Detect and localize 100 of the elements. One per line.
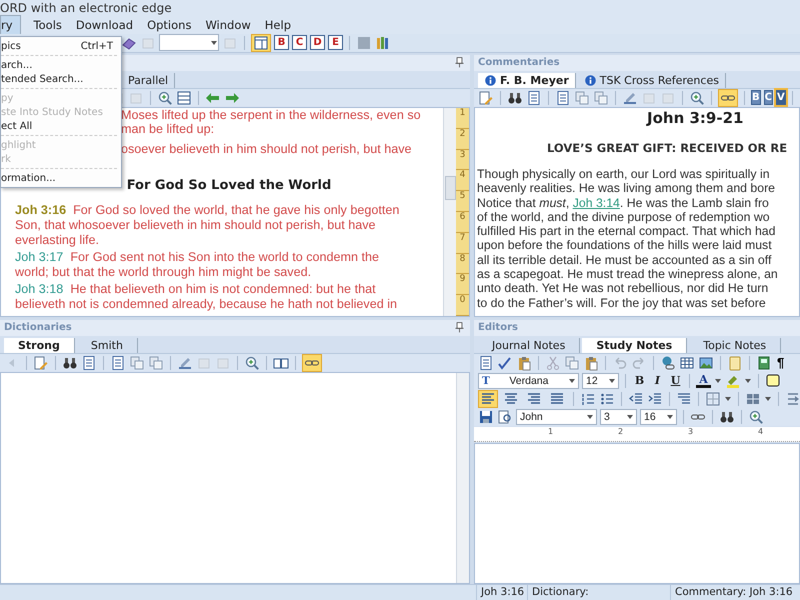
font-size-select[interactable]: 12 <box>582 372 619 389</box>
table-icon[interactable] <box>679 354 695 371</box>
format-button[interactable]: I <box>650 373 665 388</box>
save-icon[interactable] <box>478 408 494 425</box>
caret-icon <box>626 414 634 420</box>
menu-item[interactable]: Tools <box>26 16 69 34</box>
caret-icon <box>568 378 576 384</box>
menu-item[interactable]: Download <box>68 16 140 34</box>
caret-icon <box>724 396 732 402</box>
format-button[interactable]: U <box>668 373 683 388</box>
verse-select[interactable]: 16 <box>640 408 677 425</box>
zoom-in-icon[interactable] <box>689 90 705 106</box>
status-text: Commentary: Joh 3:16 <box>670 584 800 600</box>
verse-text: Joh 3:18 He that believeth on him is not condemned: but he that believeth not is condemned already, because he hath not believed in <box>15 282 398 312</box>
status-text: Joh 3:16 <box>476 584 527 600</box>
book-tab[interactable]: 6 <box>456 212 469 233</box>
letter-button[interactable]: V <box>776 90 786 106</box>
letter-button[interactable]: B <box>751 90 761 106</box>
verse-text: Moses lifted up the serpent in the wilderness, even so <box>121 108 421 122</box>
books-icon[interactable] <box>375 34 391 51</box>
ruler-number: 2 <box>618 426 624 436</box>
menu-entry[interactable]: pics Ctrl+T <box>1 39 121 53</box>
letter-button[interactable]: D <box>310 35 325 50</box>
book-tab[interactable]: 9 <box>456 274 469 296</box>
book-tab[interactable]: 2 <box>456 128 469 150</box>
book-tab[interactable]: 5 <box>456 191 469 212</box>
menu-entry[interactable]: tended Search... <box>1 72 121 86</box>
bullet-list-icon[interactable] <box>599 390 615 407</box>
menu-entry[interactable]: ormation... <box>1 171 121 185</box>
paragraph-marks-button[interactable]: ¶ <box>775 355 786 370</box>
menu-entry[interactable]: ect All <box>1 119 121 133</box>
document-icon[interactable] <box>526 90 542 106</box>
commentary-title: John 3:9-21 <box>645 108 744 127</box>
book-tab[interactable]: 8 <box>456 254 469 274</box>
zoom-in-icon[interactable] <box>748 408 764 425</box>
window-title: ORD with an electronic edge <box>0 0 172 15</box>
zoom-in-icon[interactable] <box>244 354 260 371</box>
document-icon[interactable] <box>478 354 494 371</box>
globe-link-icon[interactable] <box>660 354 676 371</box>
section-heading: For God So Loved the World <box>126 178 332 193</box>
document-icon[interactable] <box>555 90 571 106</box>
font-icon: T <box>482 374 490 387</box>
pane-title: Commentaries <box>478 57 560 68</box>
document-icon[interactable] <box>110 354 126 371</box>
picture-icon[interactable] <box>698 354 714 371</box>
book-tab[interactable]: 3 <box>456 150 469 170</box>
document-pencil-icon[interactable] <box>33 354 49 371</box>
clipboard-icon[interactable] <box>583 354 599 371</box>
verse-text: man be lifted up: <box>121 122 214 136</box>
menu-item[interactable]: ry <box>0 14 21 35</box>
book-select[interactable]: John <box>516 408 597 425</box>
book-tab[interactable]: 1 <box>456 108 469 129</box>
document-icon[interactable] <box>81 354 97 371</box>
book-tab[interactable]: 7 <box>456 232 469 254</box>
pane-title: Editors <box>478 322 518 334</box>
caret-icon <box>714 378 722 384</box>
commentary-paragraph: Though physically on earth, our Lord was spiritually in heavenly realities. He was living among them and bore Notice that must, Joh 3:14. He was the Lamb slain fro of the world, and the divine purpose of redemption wo fulfilled His part in the eternal compact. That which had upon before the foundations of the hills were laid must all its terrible detail. He must be accounted as a sin off as a scapegoat. He must tread the winepress alone, an unto death. Yet He was not rebellious, nor did He turn to do the Father’s will. For the joy that was set before <box>476 166 779 310</box>
caret-icon <box>744 378 752 384</box>
font-select[interactable]: T Verdana <box>478 372 579 389</box>
book-icon[interactable] <box>756 354 772 371</box>
scrollbar[interactable] <box>456 372 469 583</box>
letter-button[interactable]: E <box>328 35 343 50</box>
info-icon <box>484 74 497 87</box>
clipboard-icon[interactable] <box>516 354 532 371</box>
pane-title: Dictionaries <box>4 322 72 334</box>
letter-button[interactable]: C <box>292 35 307 50</box>
caret-icon <box>764 396 772 402</box>
caret-icon <box>666 414 674 420</box>
zoom-in-icon[interactable] <box>157 90 173 106</box>
status-text: Dictionary: <box>527 584 670 600</box>
pin-icon[interactable] <box>453 321 466 334</box>
tab[interactable]: F. B. Meyer <box>478 72 576 88</box>
chapter-select[interactable]: 3 <box>600 408 637 425</box>
caret-icon <box>586 414 594 420</box>
pin-icon[interactable] <box>453 56 466 70</box>
book-tab[interactable]: 4 <box>456 170 469 192</box>
caret-icon <box>608 378 616 384</box>
menu-item[interactable]: Help <box>258 16 298 34</box>
scrollbar[interactable] <box>443 108 456 316</box>
info-icon <box>584 74 597 87</box>
sticky-note-icon[interactable] <box>765 372 781 389</box>
verse-text: Joh 3:17 For God sent not his Son into the world to condemn the world; but that the world through him might be saved. <box>15 250 380 280</box>
ruler-number: 1 <box>548 426 554 436</box>
ruler-number: 3 <box>688 426 694 436</box>
menu-item[interactable]: Window <box>198 16 258 34</box>
document-pencil-icon[interactable] <box>478 90 494 106</box>
spellcheck-icon[interactable] <box>497 354 513 371</box>
book-tab[interactable]: 0 <box>456 295 469 316</box>
menu-item[interactable]: Options <box>140 16 198 34</box>
format-button[interactable]: B <box>632 373 647 388</box>
verse-text: osoever believeth in him should not perish, but have <box>121 142 412 156</box>
split-view-icon[interactable] <box>176 90 192 106</box>
verse-text: Joh 3:16 For God so loved the world, that he gave his only begotten Son, that whosoever believeth in him should not perish, but have everlasting life. <box>15 202 400 248</box>
tab[interactable]: Study Notes <box>582 338 688 353</box>
caret-icon <box>210 40 218 46</box>
dropdown-field[interactable] <box>159 34 219 52</box>
letter-button[interactable]: C <box>764 90 773 106</box>
tab[interactable]: Strong <box>4 338 75 353</box>
document-search-icon[interactable] <box>497 408 513 425</box>
letter-button[interactable]: B <box>274 35 289 50</box>
